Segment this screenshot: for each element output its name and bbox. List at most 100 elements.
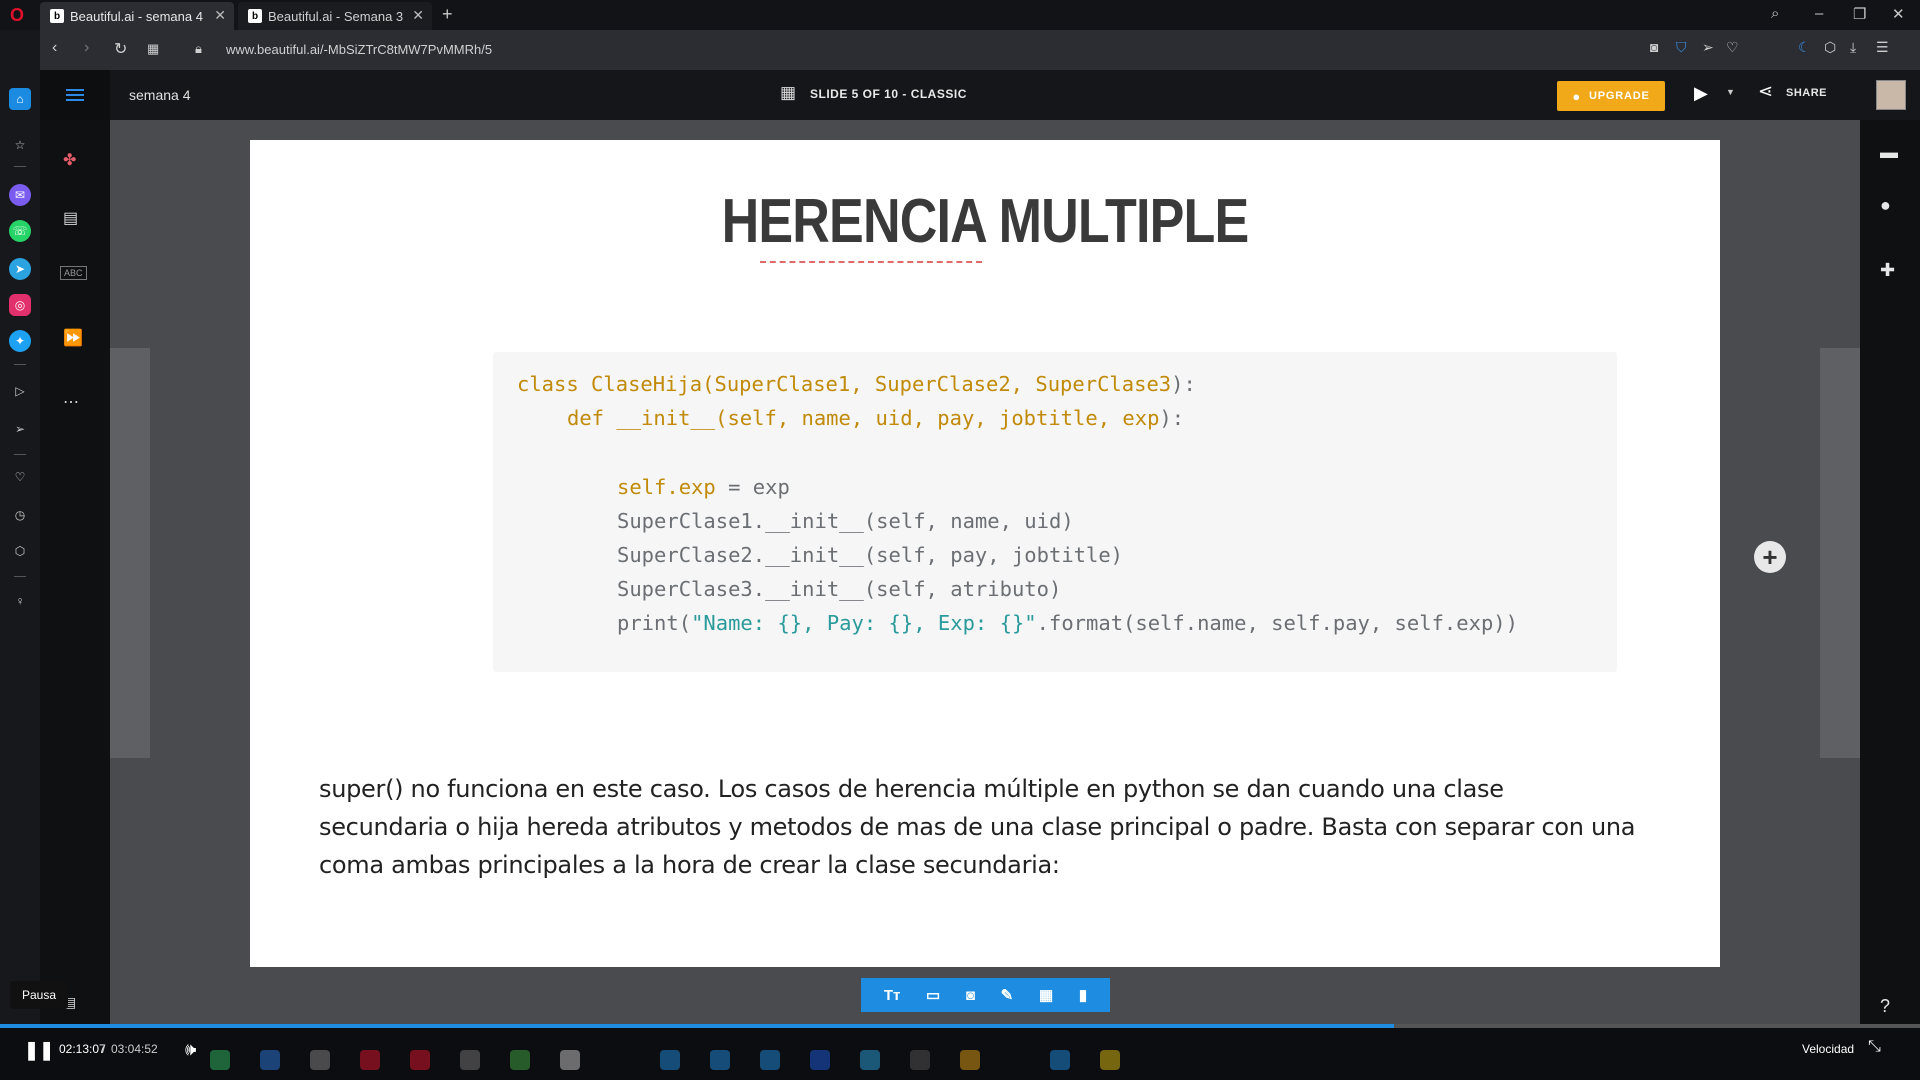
taskbar-app-icon bbox=[810, 1050, 830, 1070]
volume-icon[interactable]: 🕪︎ bbox=[185, 1039, 196, 1060]
twitter-icon[interactable]: ✦ bbox=[9, 330, 31, 352]
draw-icon[interactable]: ✎ bbox=[1001, 986, 1014, 1004]
taskbar-app-icon bbox=[410, 1050, 430, 1070]
time-total: 03:04:52 bbox=[111, 1042, 158, 1056]
add-element-button[interactable]: + bbox=[1754, 541, 1786, 573]
divider bbox=[14, 166, 26, 167]
image-icon[interactable]: ◙ bbox=[966, 987, 975, 1004]
code-block[interactable]: class ClaseHija(SuperClase1, SuperClase2… bbox=[493, 352, 1617, 672]
user-icon[interactable]: ● bbox=[1880, 195, 1891, 216]
text-style-icon[interactable]: ABC bbox=[60, 266, 87, 280]
code-line: class ClaseHija(SuperClase1, SuperClase2… bbox=[517, 372, 1196, 396]
speed-button[interactable]: Velocidad bbox=[1802, 1042, 1854, 1056]
lightbulb-icon[interactable]: ♀ bbox=[9, 590, 31, 612]
prev-slide-preview[interactable] bbox=[110, 348, 150, 758]
chart-icon[interactable]: ▮ bbox=[1079, 986, 1087, 1004]
home-icon[interactable]: ⌂ bbox=[9, 88, 31, 110]
cube-icon[interactable]: ⬡ bbox=[1824, 39, 1836, 56]
theme-icon[interactable]: ✤ bbox=[63, 150, 76, 170]
url-field[interactable]: www.beautiful.ai/-MbSiZTrC8tMW7PvMMRh/5 bbox=[226, 42, 492, 57]
grid-icon[interactable]: ▦ bbox=[780, 83, 796, 103]
tab-label: Beautiful.ai - Semana 3 bbox=[268, 8, 404, 24]
download-icon[interactable]: ⤓ bbox=[1850, 39, 1856, 56]
tab-semana-3[interactable]: b Beautiful.ai - Semana 3 ✕ bbox=[238, 2, 432, 30]
layout-icon[interactable]: ▤ bbox=[63, 208, 78, 228]
star-icon[interactable]: ☆ bbox=[9, 134, 31, 156]
time-current: 02:13:07 bbox=[59, 1042, 106, 1056]
next-slide-preview[interactable] bbox=[1820, 348, 1860, 758]
more-icon[interactable]: ⋯ bbox=[63, 392, 79, 412]
slide-element-toolbar: Tт ▭ ◙ ✎ ▦ ▮ bbox=[861, 978, 1110, 1012]
opera-sidebar: ⌂ ☆ ✉ ☏ ➤ ◎ ✦ ▷ ➢ ♡ ◷ ⬡ ♀ bbox=[0, 30, 40, 1040]
reload-icon[interactable]: ↻ bbox=[114, 39, 127, 59]
opera-logo-icon[interactable]: O bbox=[10, 5, 24, 26]
easy-setup-icon[interactable]: ☰ bbox=[1876, 39, 1889, 56]
shape-icon[interactable]: ▭ bbox=[926, 986, 940, 1004]
help-icon[interactable]: ? bbox=[1880, 996, 1890, 1017]
instagram-icon[interactable]: ◎ bbox=[9, 294, 31, 316]
restore-icon[interactable]: ❐ bbox=[1853, 5, 1866, 23]
upgrade-button[interactable]: ● UPGRADE bbox=[1557, 81, 1665, 111]
send-icon[interactable]: ➢ bbox=[9, 418, 31, 440]
whatsapp-icon[interactable]: ☏ bbox=[9, 220, 31, 242]
close-window-icon[interactable]: ✕ bbox=[1892, 5, 1905, 23]
send-icon[interactable]: ➢ bbox=[1702, 39, 1714, 56]
chevron-down-icon[interactable]: ▼ bbox=[1726, 87, 1735, 97]
menu-button[interactable] bbox=[40, 70, 110, 120]
avatar[interactable] bbox=[1876, 80, 1906, 110]
history-icon[interactable]: ◷ bbox=[9, 504, 31, 526]
player-icon[interactable]: ▷ bbox=[9, 380, 31, 402]
table-icon[interactable]: ▦ bbox=[1039, 986, 1053, 1004]
slide-indicator[interactable]: SLIDE 5 OF 10 - CLASSIC bbox=[810, 87, 967, 101]
heart-icon[interactable]: ♡ bbox=[9, 466, 31, 488]
body-text[interactable]: super() no funciona en este caso. Los ca… bbox=[319, 770, 1639, 884]
taskbar-app-icon bbox=[1100, 1050, 1120, 1070]
code-line: SuperClase2.__init__(self, pay, jobtitle… bbox=[617, 543, 1124, 567]
share-icon[interactable]: ⋖ bbox=[1758, 81, 1773, 102]
new-tab-icon[interactable]: + bbox=[442, 4, 453, 25]
browser-tab-bar: O b Beautiful.ai - semana 4 ✕ b Beautifu… bbox=[0, 0, 1920, 30]
crescent-icon[interactable]: ☾ bbox=[1798, 39, 1811, 56]
tab-semana-4[interactable]: b Beautiful.ai - semana 4 ✕ bbox=[40, 2, 234, 30]
taskbar-app-icon bbox=[310, 1050, 330, 1070]
extensions-icon[interactable]: ⬡ bbox=[9, 540, 31, 562]
tabs-grid-icon[interactable]: ▦ bbox=[147, 41, 159, 57]
text-icon[interactable]: Tт bbox=[884, 987, 901, 1004]
play-icon[interactable]: ▶ bbox=[1694, 83, 1708, 104]
document-title[interactable]: semana 4 bbox=[129, 87, 190, 103]
slide-title[interactable]: HERENCIA MULTIPLE bbox=[368, 186, 1603, 257]
messenger-icon[interactable]: ✉ bbox=[9, 184, 31, 206]
right-panel: ▬ ● ✚ ? bbox=[1860, 120, 1920, 1040]
app-header: semana 4 ▦ SLIDE 5 OF 10 - CLASSIC ● UPG… bbox=[40, 70, 1920, 120]
add-user-icon[interactable]: ✚ bbox=[1880, 260, 1895, 281]
taskbar-app-icon bbox=[860, 1050, 880, 1070]
close-icon[interactable]: ✕ bbox=[412, 7, 424, 24]
taskbar-app-icon bbox=[510, 1050, 530, 1070]
pause-icon[interactable]: ❚❚ bbox=[24, 1040, 54, 1061]
player-bar: ❚❚ 02:13:07 / 03:04:52 🕪︎ Velocidad ⤡ bbox=[0, 1028, 1920, 1080]
slide[interactable]: HERENCIA MULTIPLE class ClaseHija(SuperC… bbox=[250, 140, 1720, 967]
code-line: self.exp = exp bbox=[617, 475, 790, 499]
minimize-icon[interactable]: – bbox=[1815, 5, 1823, 22]
code-line: SuperClase1.__init__(self, name, uid) bbox=[617, 509, 1074, 533]
search-icon[interactable]: ⌕ bbox=[1771, 5, 1779, 22]
heart-icon[interactable]: ♡ bbox=[1726, 39, 1739, 56]
chat-icon[interactable]: ▬ bbox=[1880, 142, 1898, 163]
forward-icon[interactable]: › bbox=[84, 39, 89, 57]
lock-icon: 🔒︎ bbox=[195, 41, 202, 56]
code-text: print( bbox=[617, 611, 692, 635]
animation-icon[interactable]: ⏩ bbox=[63, 328, 83, 348]
exit-fullscreen-icon[interactable]: ⤡ bbox=[1868, 1038, 1881, 1056]
telegram-icon[interactable]: ➤ bbox=[9, 258, 31, 280]
code-keyword: def __init__(self, name, uid, pay, jobti… bbox=[567, 406, 1160, 430]
code-text: = exp bbox=[715, 475, 790, 499]
code-string: "Name: {}, Pay: {}, Exp: {}" bbox=[691, 611, 1037, 635]
shield-icon[interactable]: ⛉ bbox=[1676, 39, 1687, 56]
favicon-icon: b bbox=[248, 9, 262, 23]
back-icon[interactable]: ‹ bbox=[52, 39, 57, 57]
camera-icon[interactable]: ◙ bbox=[1650, 39, 1658, 55]
close-icon[interactable]: ✕ bbox=[214, 7, 226, 24]
code-line: print("Name: {}, Pay: {}, Exp: {}".forma… bbox=[617, 611, 1518, 635]
divider bbox=[14, 454, 26, 455]
share-label[interactable]: SHARE bbox=[1786, 87, 1827, 99]
